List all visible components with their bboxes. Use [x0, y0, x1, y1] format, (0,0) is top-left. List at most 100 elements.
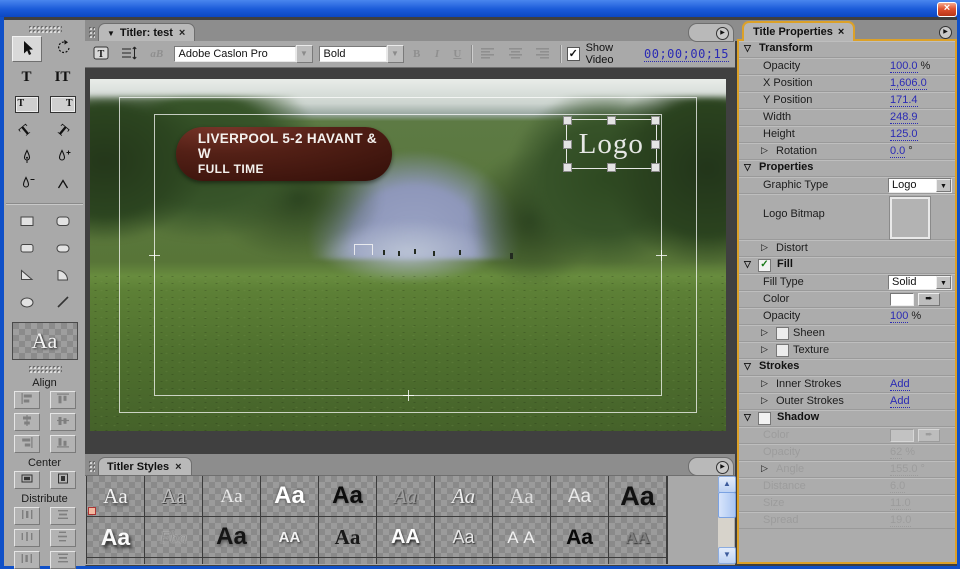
styles-tab-close-icon[interactable]: ×: [174, 461, 182, 473]
show-video-checkbox[interactable]: ✓: [567, 47, 580, 61]
font-style-arrow-icon[interactable]: ▼: [387, 45, 404, 63]
fill-color-swatch[interactable]: [890, 293, 914, 306]
section-open-icon[interactable]: ▽: [744, 361, 751, 372]
distribute-top-button[interactable]: [50, 507, 76, 525]
wedge-tool-button[interactable]: [13, 264, 41, 288]
style-swatch[interactable]: [435, 558, 493, 564]
styles-panel-menu-button[interactable]: ▶: [716, 461, 729, 474]
selection-handle-ne[interactable]: [651, 116, 660, 125]
x-position-value[interactable]: 1,606.0: [890, 77, 927, 90]
titler-styles-tab[interactable]: Titler Styles ×: [98, 457, 192, 475]
titler-panel-menu-button[interactable]: ▶: [716, 27, 729, 40]
selection-handle-n[interactable]: [607, 116, 616, 125]
rounded-rectangle-tool-button[interactable]: [13, 237, 41, 261]
tools-gripper[interactable]: [28, 25, 62, 33]
section-open-icon[interactable]: ▽: [744, 412, 751, 423]
font-style-dropdown[interactable]: Bold ▼: [319, 46, 404, 62]
style-swatch[interactable]: [87, 558, 145, 564]
styles-panel-gripper[interactable]: [88, 460, 95, 473]
section-open-icon[interactable]: ▽: [744, 259, 751, 270]
align-gripper[interactable]: [28, 365, 62, 373]
style-swatch[interactable]: Fba: [145, 517, 203, 558]
new-title-button[interactable]: T: [91, 44, 113, 64]
rotation-expand-icon[interactable]: ▷: [761, 145, 768, 156]
titler-panel-gripper[interactable]: [88, 26, 95, 39]
style-swatch[interactable]: Aa: [435, 476, 493, 517]
style-swatch[interactable]: Aa: [145, 476, 203, 517]
shadow-section-header[interactable]: ▽ Shadow: [739, 410, 955, 427]
align-left-button[interactable]: [14, 391, 40, 409]
center-vertical-button[interactable]: [14, 471, 40, 489]
clipped-corner-rectangle-tool-button[interactable]: [49, 210, 77, 234]
selection-handle-s[interactable]: [607, 163, 616, 172]
align-bottom-button[interactable]: [50, 435, 76, 453]
style-swatch[interactable]: [261, 558, 319, 564]
texture-expand-icon[interactable]: ▷: [761, 344, 768, 355]
vertical-area-type-tool-button[interactable]: T: [49, 92, 77, 116]
fill-type-dropdown[interactable]: Solid ▼: [888, 275, 952, 290]
arc-tool-button[interactable]: [49, 264, 77, 288]
properties-section-header[interactable]: ▽ Properties: [739, 160, 955, 177]
transform-section-header[interactable]: ▽ Transform: [739, 41, 955, 58]
convert-anchor-point-tool-button[interactable]: [49, 173, 77, 197]
align-text-right-button[interactable]: [532, 44, 554, 64]
style-swatch[interactable]: Aa: [435, 517, 493, 558]
style-swatch[interactable]: [551, 558, 609, 564]
distribute-right-button[interactable]: [14, 551, 40, 569]
fill-opacity-value[interactable]: 100: [890, 310, 908, 323]
sheen-expand-icon[interactable]: ▷: [761, 327, 768, 338]
selection-tool-button[interactable]: [12, 36, 42, 62]
underline-button[interactable]: U: [450, 48, 464, 60]
roll-crawl-options-button[interactable]: [119, 44, 141, 64]
type-tool-button[interactable]: T: [13, 65, 41, 89]
timecode-value[interactable]: 00;00;00;15: [644, 47, 729, 62]
style-swatch[interactable]: A A: [493, 517, 551, 558]
font-family-arrow-icon[interactable]: ▼: [296, 45, 313, 63]
fill-checkbox[interactable]: ✓: [758, 259, 771, 272]
logo-object-selected[interactable]: Logo: [566, 119, 657, 169]
italic-button[interactable]: I: [430, 48, 444, 60]
rotation-tool-button[interactable]: [50, 36, 78, 60]
height-value[interactable]: 125.0: [890, 128, 918, 141]
style-swatch[interactable]: [609, 558, 667, 564]
outer-strokes-expand-icon[interactable]: ▷: [761, 395, 768, 406]
style-swatch[interactable]: [319, 558, 377, 564]
style-swatch[interactable]: AA: [609, 517, 667, 558]
fill-section-header[interactable]: ▽ ✓ Fill: [739, 257, 955, 274]
styles-scrollbar[interactable]: ▲ ▼: [718, 476, 734, 564]
scrollbar-thumb[interactable]: [718, 492, 736, 518]
window-titlebar[interactable]: ×: [0, 0, 960, 17]
window-close-button[interactable]: ×: [937, 2, 957, 17]
titler-tab-caret-icon[interactable]: ▼: [107, 29, 115, 38]
center-horizontal-button[interactable]: [50, 471, 76, 489]
selection-handle-sw[interactable]: [563, 163, 572, 172]
texture-checkbox[interactable]: [776, 344, 789, 357]
color-picker-arrow-button[interactable]: ➨: [918, 293, 940, 306]
style-swatch[interactable]: Aa: [261, 476, 319, 517]
style-swatch[interactable]: Aa: [609, 476, 667, 517]
shadow-checkbox[interactable]: [758, 412, 771, 425]
width-value[interactable]: 248.9: [890, 111, 918, 124]
style-swatch[interactable]: [377, 558, 435, 564]
selection-handle-nw[interactable]: [563, 116, 572, 125]
align-right-button[interactable]: [14, 435, 40, 453]
ellipse-tool-button[interactable]: [13, 291, 41, 315]
style-swatch[interactable]: Aa: [377, 476, 435, 517]
sheen-checkbox[interactable]: [776, 327, 789, 340]
properties-tab-close-icon[interactable]: ×: [838, 26, 844, 38]
section-open-icon[interactable]: ▽: [744, 162, 751, 173]
score-banner-object[interactable]: LIVERPOOL 5-2 HAVANT & W FULL TIME: [176, 127, 392, 182]
inner-strokes-expand-icon[interactable]: ▷: [761, 378, 768, 389]
align-text-left-button[interactable]: [477, 44, 499, 64]
y-position-value[interactable]: 171.4: [890, 94, 918, 107]
video-preview[interactable]: LIVERPOOL 5-2 HAVANT & W FULL TIME Logo: [90, 79, 726, 431]
style-swatch[interactable]: AA: [377, 517, 435, 558]
selection-handle-se[interactable]: [651, 163, 660, 172]
style-swatch[interactable]: [145, 558, 203, 564]
style-swatch[interactable]: Aa: [493, 476, 551, 517]
distribute-vertical-center-button[interactable]: [50, 529, 76, 547]
add-anchor-point-tool-button[interactable]: [49, 146, 77, 170]
vertical-path-type-tool-button[interactable]: T: [49, 119, 77, 143]
style-swatch[interactable]: Aa: [203, 476, 261, 517]
align-vertical-center-button[interactable]: [50, 413, 76, 431]
